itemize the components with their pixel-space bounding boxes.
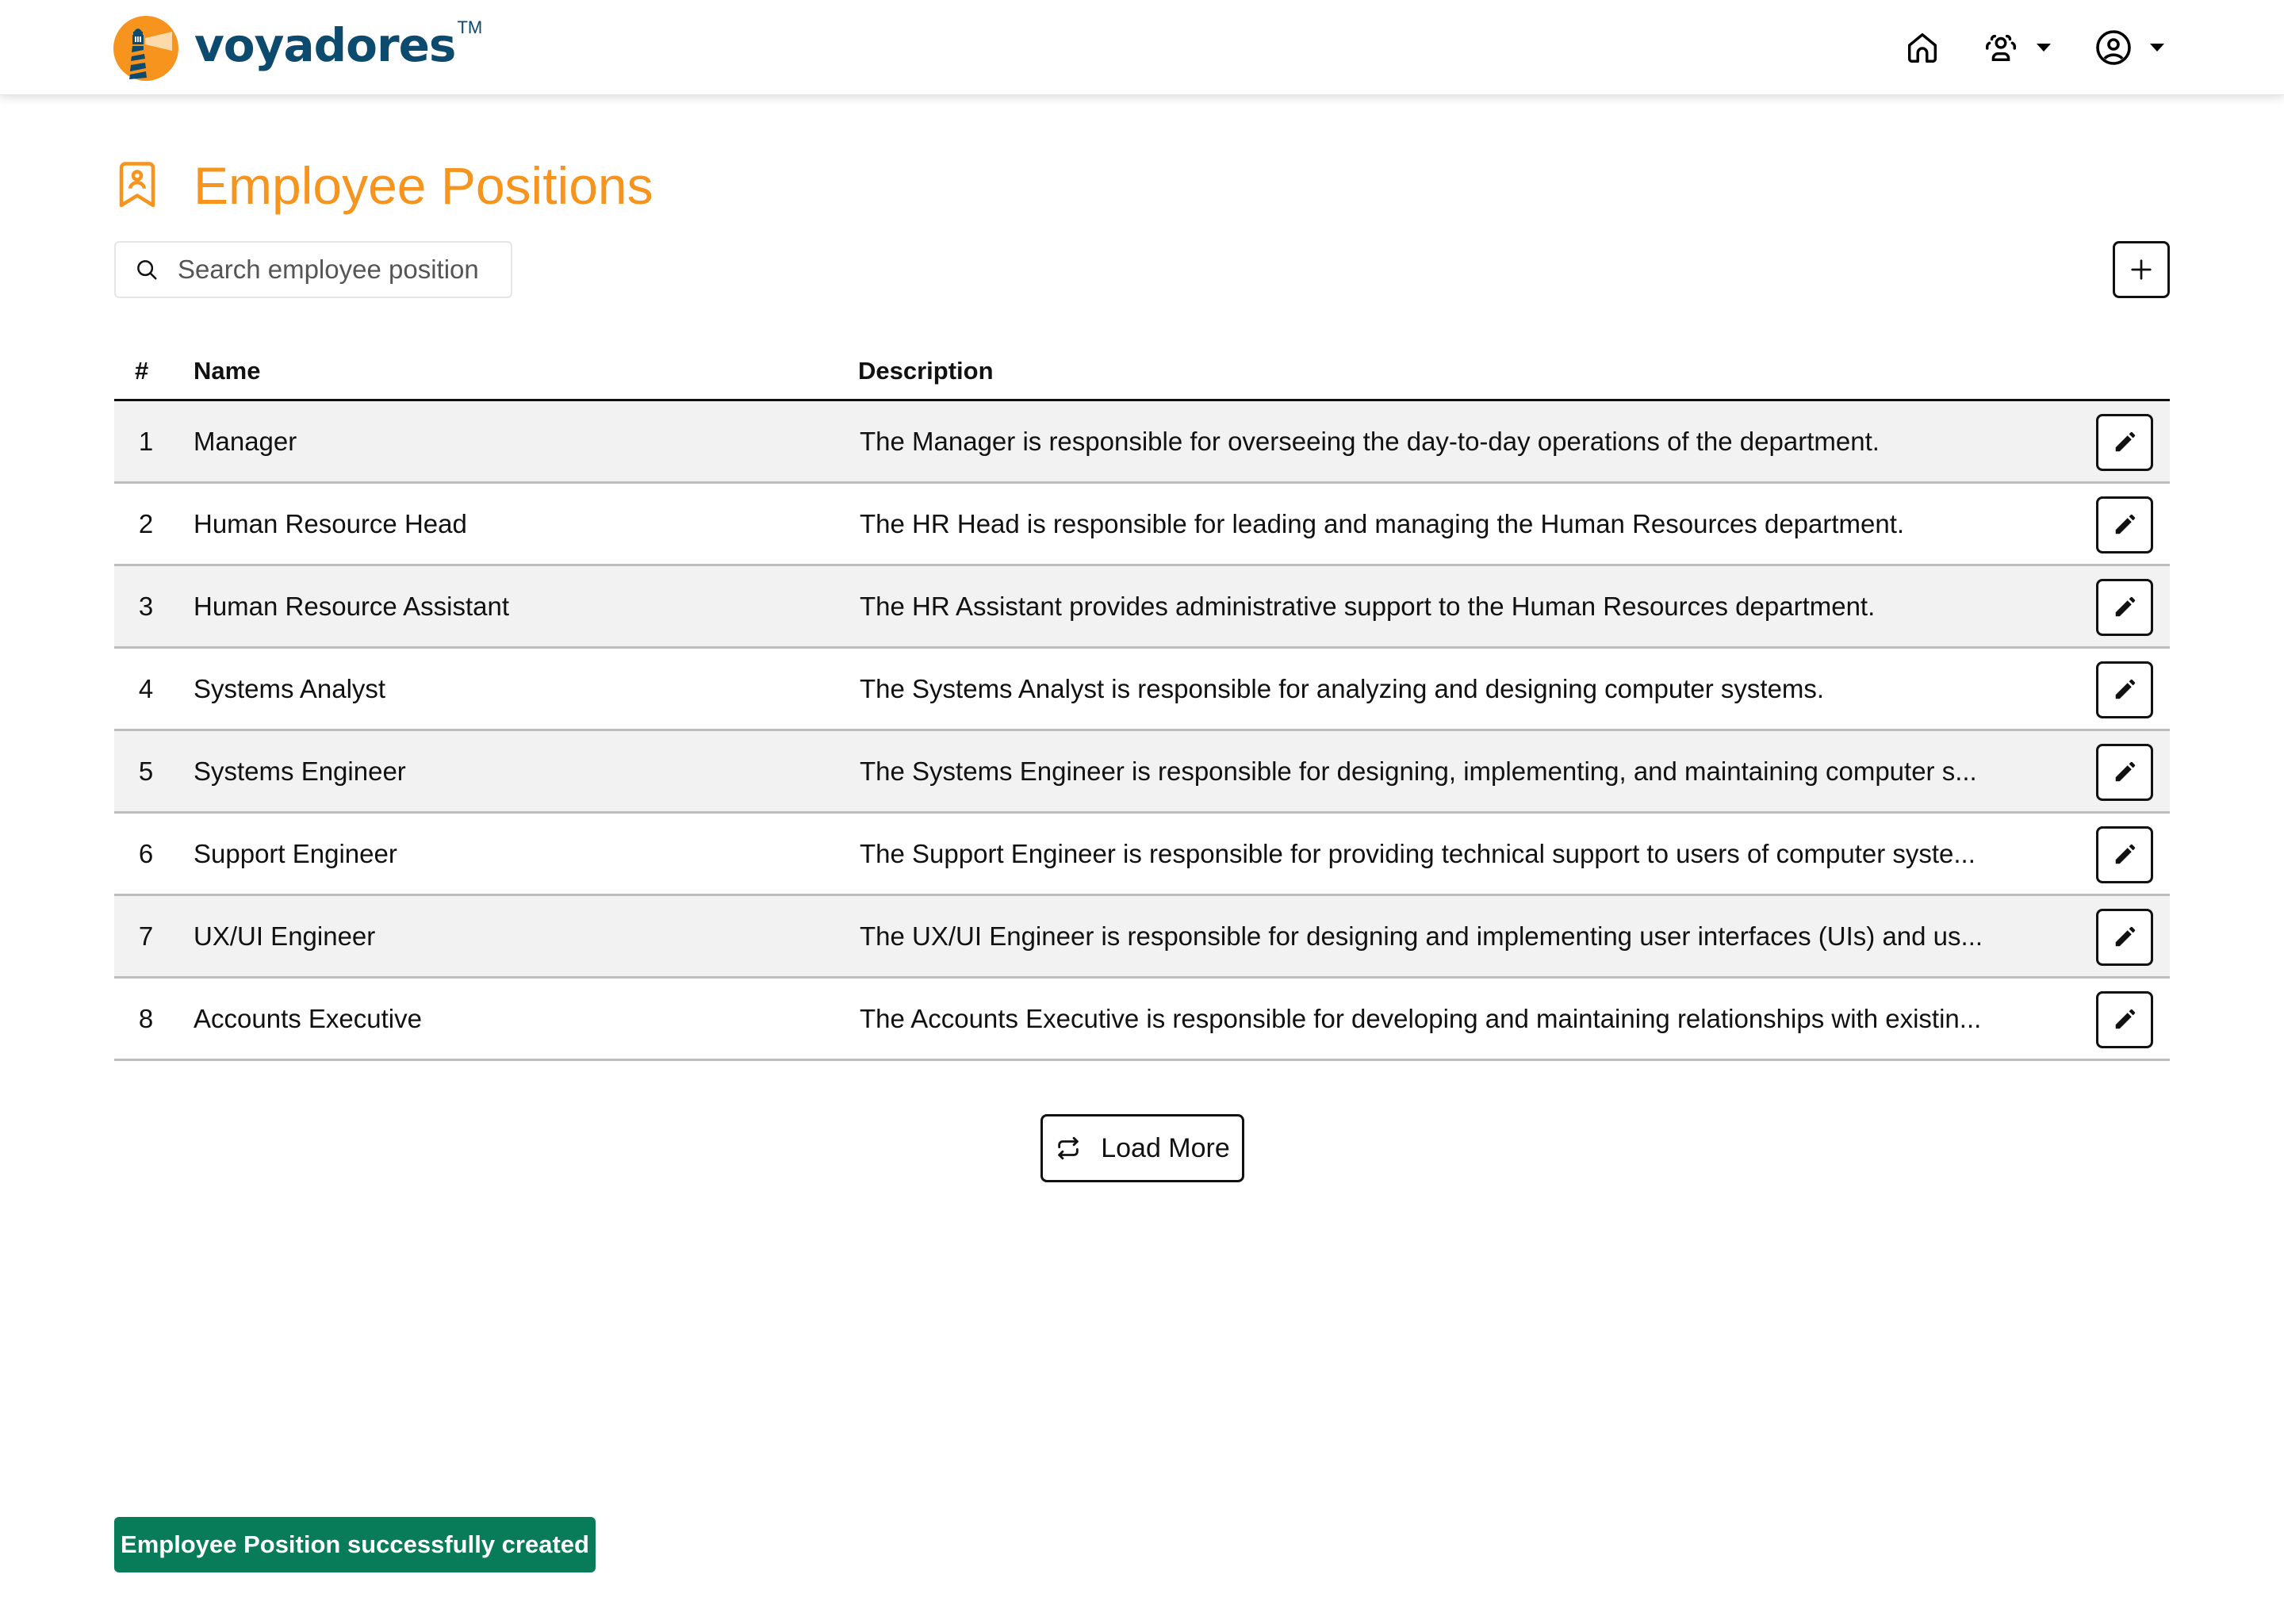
row-number: 4 xyxy=(138,673,154,703)
positions-table: # Name Description 1 Manager The Manager i… xyxy=(114,341,2170,1061)
pencil-icon xyxy=(2115,431,2136,452)
table-body: 1 Manager The Manager is responsible for o… xyxy=(114,401,2170,1061)
team-menu-button[interactable] xyxy=(1983,29,2051,67)
toast-message: Employee Position successfully created xyxy=(121,1530,589,1558)
brand-trademark: TM xyxy=(457,17,483,37)
team-icon xyxy=(1986,34,2016,62)
pencil-icon xyxy=(2115,1009,2136,1029)
plus-icon xyxy=(2131,259,2152,280)
user-circle-icon xyxy=(2096,30,2131,65)
home-button[interactable] xyxy=(1904,29,1941,67)
refresh-arrows-icon xyxy=(1058,1136,1079,1160)
table-row: 3 Human Resource Assistant The HR Assistan… xyxy=(114,566,2170,649)
success-toast: Employee Position successfully created xyxy=(114,1517,596,1572)
position-name: Systems Analyst xyxy=(194,673,386,703)
lighthouse-logo-icon xyxy=(113,16,178,81)
page-title: Employee Positions xyxy=(194,156,653,215)
page-header: Employee Positions xyxy=(117,155,653,216)
row-number: 2 xyxy=(138,508,154,538)
position-name: UX/UI Engineer xyxy=(194,921,376,951)
profile-menu-button[interactable] xyxy=(2094,29,2164,67)
position-description: The Accounts Executive is responsible fo… xyxy=(860,1004,1982,1033)
search-box[interactable] xyxy=(114,241,512,298)
table-header: # Name Description xyxy=(114,341,2170,401)
pencil-icon xyxy=(2115,596,2136,617)
pencil-icon xyxy=(2115,761,2136,782)
row-number: 8 xyxy=(138,1003,154,1033)
edit-position-button[interactable] xyxy=(2096,414,2153,471)
pencil-icon xyxy=(2115,844,2136,864)
position-description: The Support Engineer is responsible for … xyxy=(860,839,1976,868)
position-name: Accounts Executive xyxy=(194,1003,422,1033)
position-name: Human Resource Assistant xyxy=(194,591,510,621)
brand-name: voyadores xyxy=(194,18,456,72)
table-row: 2 Human Resource Head The HR Head is respo… xyxy=(114,484,2170,566)
position-description: The Systems Engineer is responsible for … xyxy=(860,756,1977,786)
table-row: 5 Systems Engineer The Systems Engineer is… xyxy=(114,731,2170,814)
load-more-label: Load More xyxy=(1101,1132,1230,1163)
search-input[interactable] xyxy=(178,255,495,285)
add-position-button[interactable] xyxy=(2113,241,2170,298)
load-more-button[interactable]: Load More xyxy=(1040,1114,1244,1182)
table-row: 4 Systems Analyst The Systems Analyst is r… xyxy=(114,649,2170,731)
position-name: Systems Engineer xyxy=(194,756,406,786)
position-description: The UX/UI Engineer is responsible for de… xyxy=(860,921,1983,951)
search-icon xyxy=(137,260,157,280)
position-description: The Systems Analyst is responsible for a… xyxy=(860,674,1825,703)
table-row: 7 UX/UI Engineer The UX/UI Engineer is res… xyxy=(114,896,2170,979)
pencil-icon xyxy=(2115,514,2136,534)
edit-position-button[interactable] xyxy=(2096,744,2153,801)
row-number: 5 xyxy=(138,756,154,786)
table-row: 6 Support Engineer The Support Engineer is… xyxy=(114,814,2170,896)
edit-position-button[interactable] xyxy=(2096,579,2153,636)
top-navbar: voyadores TM xyxy=(0,0,2284,95)
row-number: 7 xyxy=(138,921,154,951)
position-description: The Manager is responsible for overseein… xyxy=(860,427,1880,456)
position-description: The HR Assistant provides administrative… xyxy=(860,592,1876,621)
home-icon xyxy=(1907,33,1937,63)
pencil-icon xyxy=(2115,926,2136,947)
edit-position-button[interactable] xyxy=(2096,661,2153,718)
edit-position-button[interactable] xyxy=(2096,826,2153,883)
badge-person-icon xyxy=(119,162,155,208)
edit-position-button[interactable] xyxy=(2096,991,2153,1048)
pencil-icon xyxy=(2115,679,2136,699)
row-number: 3 xyxy=(138,591,154,621)
row-number: 1 xyxy=(138,426,154,456)
table-row: 8 Accounts Executive The Accounts Executiv… xyxy=(114,979,2170,1061)
column-header-description: Description xyxy=(858,357,994,385)
column-header-name: Name xyxy=(194,357,261,385)
column-header-number: # xyxy=(135,357,149,385)
chevron-down-icon xyxy=(2037,44,2051,52)
row-number: 6 xyxy=(138,838,154,868)
position-name: Manager xyxy=(194,426,297,456)
brand-logo[interactable]: voyadores TM xyxy=(113,16,482,81)
table-row: 1 Manager The Manager is responsible for o… xyxy=(114,401,2170,484)
chevron-down-icon xyxy=(2150,44,2164,52)
position-name: Human Resource Head xyxy=(194,508,467,538)
position-name: Support Engineer xyxy=(194,838,397,868)
position-description: The HR Head is responsible for leading a… xyxy=(860,509,1905,538)
edit-position-button[interactable] xyxy=(2096,909,2153,966)
edit-position-button[interactable] xyxy=(2096,496,2153,553)
header-actions xyxy=(1808,0,2284,95)
